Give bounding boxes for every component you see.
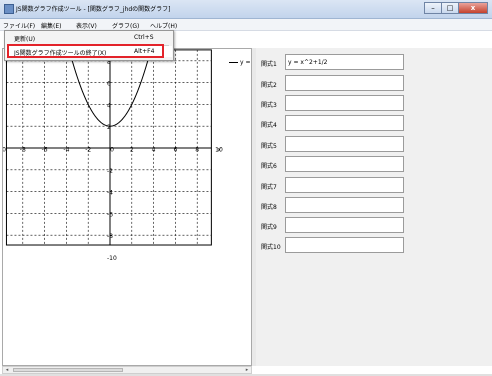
formula-label-1: 関式1	[261, 61, 277, 68]
y-tick-label: -8	[107, 233, 113, 240]
title-bar: JS関数グラフ作成ツール - [関数グラフ_jhdの関数グラフ] – □ x	[0, 0, 492, 19]
x-tick-label: 2	[130, 147, 134, 154]
legend-line	[229, 62, 238, 63]
maximize-button[interactable]: □	[441, 2, 459, 14]
formula-input-6[interactable]	[285, 156, 404, 172]
horizontal-scrollbar[interactable]: ◂ ▸	[2, 366, 252, 374]
legend-label: y =	[240, 59, 251, 66]
close-button[interactable]: x	[458, 2, 488, 14]
formula-input-8[interactable]	[285, 197, 404, 213]
scroll-thumb[interactable]	[13, 368, 123, 372]
formula-row-2: 関式2	[256, 75, 492, 93]
x-tick-label: -2	[85, 147, 91, 154]
graph-pane: -10-8-6-4-20246810x8642-2-4-6-8-10	[2, 48, 252, 366]
formula-label-8: 関式8	[261, 204, 277, 211]
formula-row-1: 関式1	[256, 54, 492, 72]
formula-input-1[interactable]	[285, 54, 404, 70]
formula-row-10: 関式10	[256, 237, 492, 255]
y-tick-label: -2	[107, 168, 113, 175]
formula-label-5: 関式5	[261, 143, 277, 150]
scroll-right-icon[interactable]: ▸	[243, 367, 251, 373]
menu-item-update-label: 更新(U)	[14, 36, 36, 43]
x-tick-label: 4	[152, 147, 156, 154]
formula-label-4: 関式4	[261, 122, 277, 129]
formula-input-7[interactable]	[285, 177, 404, 193]
formula-label-7: 関式7	[261, 184, 277, 191]
highlight-box	[7, 44, 164, 58]
graph-canvas[interactable]: -10-8-6-4-20246810x8642-2-4-6-8-10	[3, 49, 251, 365]
menu-help[interactable]: ヘルプ(H)	[150, 21, 177, 30]
window-title: JS関数グラフ作成ツール - [関数グラフ_jhdの関数グラフ]	[16, 6, 171, 13]
x-tick-label: 8	[195, 147, 199, 154]
menu-view[interactable]: 表示(V)	[76, 21, 97, 30]
x-tick-label: -8	[20, 147, 26, 154]
formula-input-2[interactable]	[285, 75, 404, 91]
y-tick-label: -4	[107, 190, 113, 197]
formula-label-2: 関式2	[261, 82, 277, 89]
x-tick-label: 0	[110, 147, 114, 154]
formula-row-6: 関式6	[256, 156, 492, 174]
menu-item-update[interactable]: 更新(U) Ctrl+S	[6, 32, 172, 43]
formula-input-4[interactable]	[285, 115, 404, 131]
y-tick-label: 6	[107, 81, 111, 88]
formula-input-9[interactable]	[285, 217, 404, 233]
x-tick-label: -6	[42, 147, 48, 154]
x-axis-label: x	[217, 147, 221, 154]
formula-label-9: 関式9	[261, 224, 277, 231]
x-tick-label: -4	[63, 147, 69, 154]
formula-row-8: 関式8	[256, 197, 492, 215]
formula-row-9: 関式9	[256, 217, 492, 235]
menu-edit[interactable]: 編集(E)	[41, 21, 61, 30]
formula-label-3: 関式3	[261, 102, 277, 109]
scroll-left-icon[interactable]: ◂	[3, 367, 11, 373]
formula-input-3[interactable]	[285, 95, 404, 111]
formula-label-10: 関式10	[261, 244, 281, 251]
formula-row-5: 関式5	[256, 136, 492, 154]
formula-pane: 関式1 関式2 関式3 関式4 関式5 関式6 関式7 関式8 関式9 関式10	[256, 48, 492, 366]
formula-input-10[interactable]	[285, 237, 404, 253]
menu-graph[interactable]: グラフ(G)	[112, 21, 139, 30]
y-tick-label: 4	[107, 102, 111, 109]
y-tick-label: -6	[107, 211, 113, 218]
formula-row-7: 関式7	[256, 177, 492, 195]
menu-file[interactable]: ファイル(F)	[3, 21, 35, 30]
formula-label-6: 関式6	[261, 163, 277, 170]
x-tick-label: 6	[173, 147, 177, 154]
y-tick-label: -10	[107, 255, 117, 262]
menu-item-update-shortcut: Ctrl+S	[134, 34, 154, 41]
formula-input-5[interactable]	[285, 136, 404, 152]
x-tick-label: -10	[3, 147, 6, 154]
y-tick-label: 2	[107, 124, 111, 131]
app-icon	[4, 4, 14, 14]
formula-row-4: 関式4	[256, 115, 492, 133]
formula-row-3: 関式3	[256, 95, 492, 113]
minimize-button[interactable]: –	[424, 2, 442, 14]
